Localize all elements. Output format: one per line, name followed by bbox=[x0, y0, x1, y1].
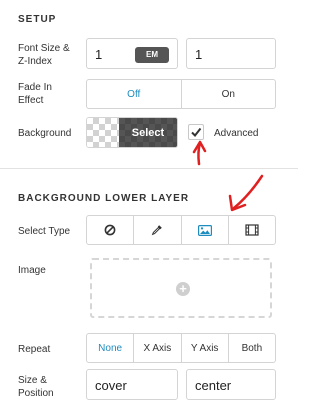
repeat-none-option[interactable]: None bbox=[87, 334, 135, 362]
z-index-input[interactable]: 1 bbox=[186, 38, 276, 69]
repeat-both-option[interactable]: Both bbox=[229, 334, 275, 362]
fade-in-toggle: Off On bbox=[86, 79, 276, 109]
type-none-option[interactable] bbox=[87, 216, 135, 244]
font-size-value: 1 bbox=[95, 47, 103, 62]
repeat-toggle: None X Axis Y Axis Both bbox=[86, 333, 276, 363]
z-index-value: 1 bbox=[195, 47, 203, 62]
eyedropper-icon bbox=[152, 225, 163, 236]
add-image-icon[interactable]: + bbox=[176, 282, 190, 296]
select-type-toggle bbox=[86, 215, 276, 245]
size-value: cover bbox=[95, 378, 127, 393]
fade-on-option[interactable]: On bbox=[182, 80, 276, 108]
film-icon bbox=[245, 224, 259, 236]
setup-section-title: SETUP bbox=[18, 14, 57, 25]
fade-in-label: Fade In Effect bbox=[18, 82, 52, 106]
position-value: center bbox=[195, 378, 232, 393]
transparent-swatch bbox=[87, 118, 119, 147]
image-icon bbox=[197, 224, 212, 236]
size-position-label: Size & Position bbox=[18, 375, 54, 399]
check-icon bbox=[191, 127, 202, 138]
fade-off-option[interactable]: Off bbox=[87, 80, 182, 108]
font-size-label: Font Size & Z-Index bbox=[18, 43, 70, 67]
select-color-button[interactable]: Select bbox=[119, 118, 177, 147]
annotation-arrow-icon bbox=[228, 174, 264, 212]
select-type-label: Select Type bbox=[18, 226, 71, 237]
type-video-option[interactable] bbox=[229, 216, 275, 244]
section-divider bbox=[0, 168, 298, 169]
unit-em-button[interactable]: EM bbox=[135, 47, 169, 63]
advanced-label: Advanced bbox=[214, 128, 259, 139]
size-input[interactable]: cover bbox=[86, 369, 178, 400]
background-label: Background bbox=[18, 128, 72, 139]
image-dropzone[interactable]: + bbox=[90, 258, 272, 318]
repeat-y-option[interactable]: Y Axis bbox=[182, 334, 229, 362]
repeat-label: Repeat bbox=[18, 344, 51, 355]
repeat-x-option[interactable]: X Axis bbox=[134, 334, 182, 362]
image-label: Image bbox=[18, 265, 46, 276]
advanced-checkbox[interactable] bbox=[188, 124, 204, 140]
annotation-arrow-icon bbox=[192, 140, 207, 166]
font-size-input[interactable]: 1 EM bbox=[86, 38, 178, 69]
type-image-option[interactable] bbox=[182, 216, 229, 244]
type-color-option[interactable] bbox=[134, 216, 182, 244]
position-input[interactable]: center bbox=[186, 369, 276, 400]
none-icon bbox=[104, 224, 116, 236]
lower-layer-section-title: BACKGROUND LOWER LAYER bbox=[18, 193, 190, 204]
background-color-picker[interactable]: Select bbox=[86, 117, 178, 148]
